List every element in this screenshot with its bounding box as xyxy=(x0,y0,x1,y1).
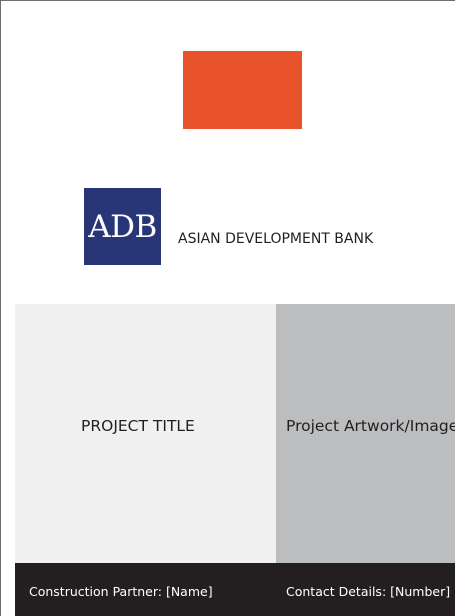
orange-logo-block xyxy=(183,51,302,129)
adb-logo-text: ADB xyxy=(88,208,157,245)
adb-logo: ADB xyxy=(84,188,161,265)
construction-partner: Construction Partner: [Name] xyxy=(29,584,213,599)
contact-details: Contact Details: [Number] xyxy=(286,584,451,599)
bank-name: ASIAN DEVELOPMENT BANK xyxy=(178,231,374,247)
signboard: ADB ASIAN DEVELOPMENT BANK PROJECT TITLE… xyxy=(0,0,455,616)
project-artwork-label: Project Artwork/Image xyxy=(286,417,455,435)
project-title: PROJECT TITLE xyxy=(81,417,195,435)
